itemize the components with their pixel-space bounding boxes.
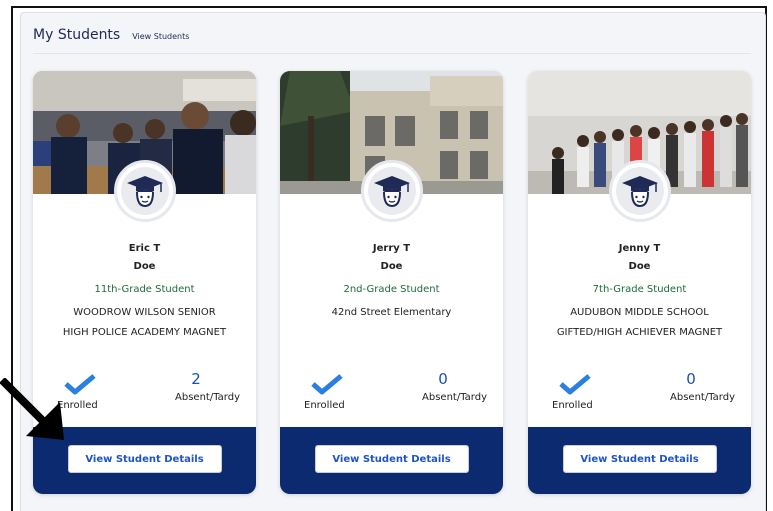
student-school: WOODROW WILSON SENIOR HIGH POLICE ACADEM… — [43, 303, 246, 343]
panel-header: My Students View Students — [33, 27, 189, 43]
absent-tardy-label: Absent/Tardy — [422, 392, 487, 403]
graduation-cap-student-icon — [615, 167, 664, 215]
student-card-jerry: Jerry T Doe 2nd-Grade Student 42nd Stree… — [280, 71, 503, 494]
student-first-name: Eric T — [128, 243, 161, 254]
avatar — [360, 160, 423, 222]
absent-tardy-label: Absent/Tardy — [175, 392, 240, 403]
checkmark-icon — [311, 374, 343, 395]
checkmark-icon — [64, 374, 96, 395]
card-footer: View Student Details — [280, 427, 503, 494]
card-footer: View Student Details — [33, 427, 256, 494]
school-line-2: GIFTED/HIGH ACHIEVER MAGNET — [556, 327, 723, 338]
student-last-name: Doe — [133, 261, 156, 272]
absent-count: 2 — [191, 370, 201, 388]
student-last-name: Doe — [380, 261, 403, 272]
graduation-cap-student-icon — [120, 167, 169, 215]
student-grade: 11th-Grade Student — [94, 284, 195, 295]
enrolled-label: Enrolled — [552, 400, 593, 411]
school-line-1: WOODROW WILSON SENIOR — [73, 307, 216, 318]
student-card-jenny: Jenny T Doe 7th-Grade Student AUDUBON MI… — [528, 71, 751, 494]
student-school: 42nd Street Elementary — [290, 303, 493, 323]
school-line-1: AUDUBON MIDDLE SCHOOL — [570, 307, 709, 318]
page-title: My Students — [33, 27, 121, 43]
graduation-cap-student-icon — [367, 167, 416, 215]
enrolled-label: Enrolled — [304, 400, 345, 411]
my-students-panel: My Students View Students Eric T Doe 11t… — [20, 12, 766, 511]
arrow-pointer-icon — [0, 378, 64, 440]
absent-count: 0 — [686, 370, 696, 388]
student-grade: 7th-Grade Student — [592, 284, 687, 295]
student-first-name: Jenny T — [618, 243, 661, 254]
student-school: AUDUBON MIDDLE SCHOOL GIFTED/HIGH ACHIEV… — [538, 303, 741, 343]
student-card-eric: Eric T Doe 11th-Grade Student WOODROW WI… — [33, 71, 256, 494]
school-line-2: HIGH POLICE ACADEMY MAGNET — [62, 327, 227, 338]
header-divider — [33, 53, 751, 54]
school-line-1: 42nd Street Elementary — [331, 307, 452, 318]
student-last-name: Doe — [628, 261, 651, 272]
absent-count: 0 — [438, 370, 448, 388]
view-student-details-button[interactable]: View Student Details — [562, 445, 717, 473]
view-student-details-button[interactable]: View Student Details — [67, 445, 222, 473]
student-first-name: Jerry T — [372, 243, 411, 254]
checkmark-icon — [559, 374, 591, 395]
absent-tardy-label: Absent/Tardy — [670, 392, 735, 403]
avatar — [608, 160, 671, 222]
view-students-link[interactable]: View Students — [132, 32, 189, 41]
view-student-details-button[interactable]: View Student Details — [314, 445, 469, 473]
avatar — [113, 160, 176, 222]
student-grade: 2nd-Grade Student — [343, 284, 440, 295]
card-footer: View Student Details — [528, 427, 751, 494]
